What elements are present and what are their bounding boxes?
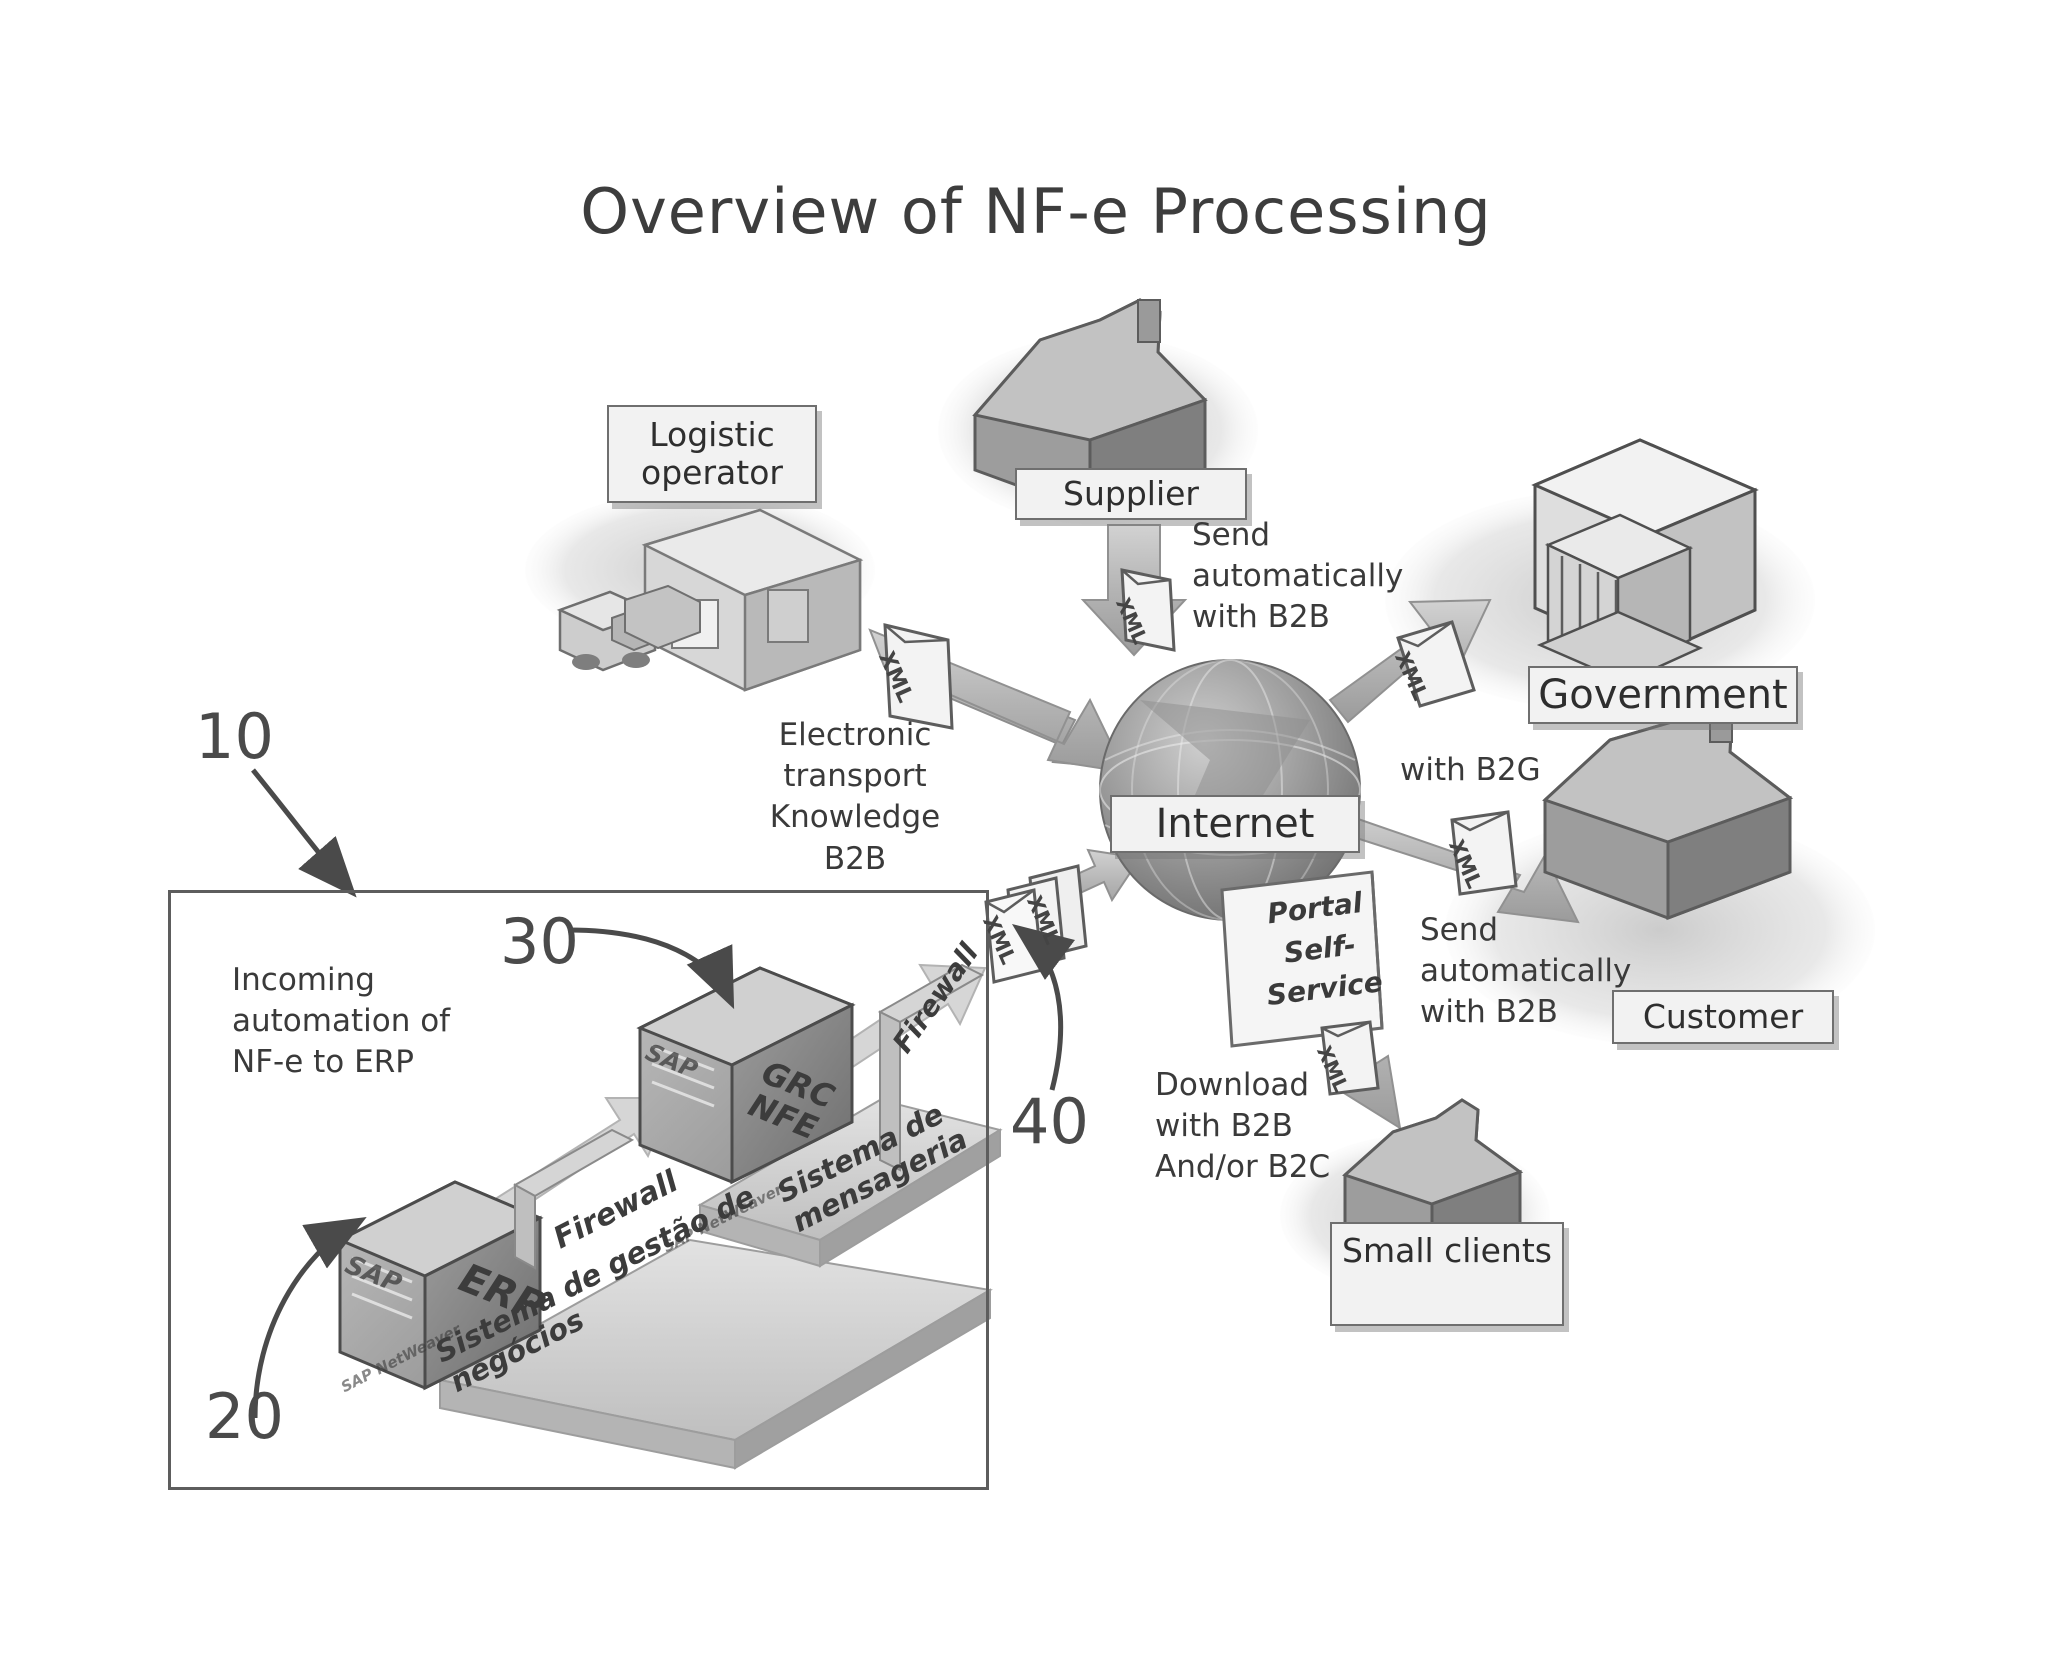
annotation-send-b2b-customer: Send automatically with B2B [1420,912,1632,1031]
annotation-with-b2g: with B2G [1400,752,1541,788]
diagram-canvas: Overview of NF-e Processing 10 20 30 40 … [0,0,2072,1667]
annotation-download-b2b-b2c: Download with B2B And/or B2C [1155,1067,1331,1186]
annotation-incoming-automation: Incoming automation of NF-e to ERP [232,962,451,1081]
node-label-portal-self-service[interactable]: Portal Self-Service [1238,880,1402,1019]
annotation-send-b2b-supplier: Send automatically with B2B [1192,517,1404,636]
node-label-government[interactable]: Government [1528,666,1798,724]
node-label-internet[interactable]: Internet [1110,795,1360,853]
annotation-electronic-transport: Electronic transport Knowledge B2B [769,717,941,877]
factory-icon-customer [1542,698,1794,921]
node-label-logistic-operator[interactable]: Logistic operator [607,405,817,503]
node-label-small-clients[interactable]: Small clients [1330,1222,1564,1326]
reference-numeral-20: 20 [205,1380,284,1453]
node-label-supplier[interactable]: Supplier [1015,468,1247,520]
reference-numeral-40: 40 [1010,1085,1089,1158]
leader-line-10 [251,768,357,898]
reference-numeral-10: 10 [195,700,274,773]
